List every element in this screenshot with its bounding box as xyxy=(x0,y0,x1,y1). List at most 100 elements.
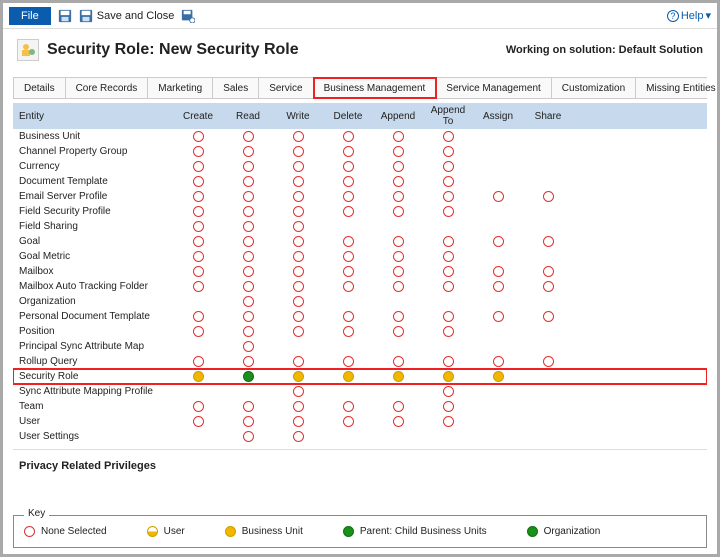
entity-name[interactable]: Team xyxy=(13,399,173,414)
privilege-none-icon[interactable] xyxy=(243,236,254,247)
privilege-cell[interactable] xyxy=(473,189,523,204)
privilege-cell[interactable] xyxy=(473,279,523,294)
privilege-none-icon[interactable] xyxy=(193,356,204,367)
privilege-cell[interactable] xyxy=(173,204,223,219)
privilege-cell[interactable] xyxy=(273,204,323,219)
privilege-none-icon[interactable] xyxy=(393,251,404,262)
privilege-cell[interactable] xyxy=(523,234,573,249)
privilege-cell[interactable] xyxy=(423,144,473,159)
privilege-none-icon[interactable] xyxy=(543,356,554,367)
privilege-pcbu-icon[interactable] xyxy=(343,526,354,537)
privilege-cell[interactable] xyxy=(423,384,473,399)
privilege-cell[interactable] xyxy=(223,429,273,444)
privilege-cell[interactable] xyxy=(223,399,273,414)
privilege-none-icon[interactable] xyxy=(193,311,204,322)
privilege-cell[interactable] xyxy=(173,309,223,324)
help-link[interactable]: ? Help ▾ xyxy=(667,9,711,22)
privilege-cell[interactable] xyxy=(223,309,273,324)
privilege-cell[interactable] xyxy=(173,399,223,414)
privilege-cell[interactable] xyxy=(173,189,223,204)
column-header-entity[interactable]: Entity xyxy=(13,103,173,129)
entity-name[interactable]: Personal Document Template xyxy=(13,309,173,324)
privilege-cell[interactable] xyxy=(223,339,273,354)
privilege-none-icon[interactable] xyxy=(243,296,254,307)
privilege-none-icon[interactable] xyxy=(493,266,504,277)
privilege-cell[interactable] xyxy=(423,414,473,429)
privilege-cell[interactable] xyxy=(273,234,323,249)
privilege-none-icon[interactable] xyxy=(193,326,204,337)
privilege-cell[interactable] xyxy=(173,324,223,339)
privilege-cell[interactable] xyxy=(273,174,323,189)
privilege-none-icon[interactable] xyxy=(293,236,304,247)
privilege-none-icon[interactable] xyxy=(243,431,254,442)
privilege-none-icon[interactable] xyxy=(343,236,354,247)
privilege-cell[interactable] xyxy=(223,219,273,234)
column-header-write[interactable]: Write xyxy=(273,103,323,129)
privilege-none-icon[interactable] xyxy=(443,176,454,187)
privilege-none-icon[interactable] xyxy=(443,266,454,277)
entity-name[interactable]: Document Template xyxy=(13,174,173,189)
privilege-none-icon[interactable] xyxy=(393,161,404,172)
privilege-cell[interactable] xyxy=(423,399,473,414)
privilege-cell[interactable] xyxy=(323,369,373,384)
privilege-none-icon[interactable] xyxy=(343,146,354,157)
privilege-none-icon[interactable] xyxy=(293,431,304,442)
privilege-cell[interactable] xyxy=(223,354,273,369)
entity-name[interactable]: Email Server Profile xyxy=(13,189,173,204)
entity-name[interactable]: Channel Property Group xyxy=(13,144,173,159)
privilege-cell[interactable] xyxy=(273,369,323,384)
privilege-none-icon[interactable] xyxy=(293,161,304,172)
privilege-cell[interactable] xyxy=(373,369,423,384)
privilege-cell[interactable] xyxy=(323,129,373,144)
privilege-none-icon[interactable] xyxy=(293,206,304,217)
privilege-none-icon[interactable] xyxy=(393,311,404,322)
privilege-cell[interactable] xyxy=(323,204,373,219)
privilege-none-icon[interactable] xyxy=(243,326,254,337)
privilege-cell[interactable] xyxy=(273,324,323,339)
column-header-read[interactable]: Read xyxy=(223,103,273,129)
privilege-none-icon[interactable] xyxy=(293,356,304,367)
privilege-cell[interactable] xyxy=(173,144,223,159)
privilege-cell[interactable] xyxy=(223,414,273,429)
privilege-none-icon[interactable] xyxy=(393,281,404,292)
entity-name[interactable]: Goal xyxy=(13,234,173,249)
privilege-none-icon[interactable] xyxy=(443,311,454,322)
privilege-cell[interactable] xyxy=(173,234,223,249)
privilege-cell[interactable] xyxy=(473,264,523,279)
privilege-none-icon[interactable] xyxy=(243,221,254,232)
privilege-cell[interactable] xyxy=(373,189,423,204)
column-header-delete[interactable]: Delete xyxy=(323,103,373,129)
privilege-none-icon[interactable] xyxy=(293,146,304,157)
privilege-none-icon[interactable] xyxy=(293,251,304,262)
privilege-none-icon[interactable] xyxy=(243,311,254,322)
privilege-none-icon[interactable] xyxy=(243,281,254,292)
entity-name[interactable]: Sync Attribute Mapping Profile xyxy=(13,384,173,399)
privilege-cell[interactable] xyxy=(173,264,223,279)
privilege-none-icon[interactable] xyxy=(343,161,354,172)
column-header-create[interactable]: Create xyxy=(173,103,223,129)
tab-marketing[interactable]: Marketing xyxy=(148,78,213,98)
privilege-none-icon[interactable] xyxy=(293,266,304,277)
privilege-cell[interactable] xyxy=(423,189,473,204)
entity-name[interactable]: Security Role xyxy=(13,369,173,384)
privilege-cell[interactable] xyxy=(173,414,223,429)
privilege-bu-icon[interactable] xyxy=(193,371,204,382)
privilege-cell[interactable] xyxy=(223,369,273,384)
privilege-bu-icon[interactable] xyxy=(225,526,236,537)
privilege-cell[interactable] xyxy=(473,234,523,249)
privilege-cell[interactable] xyxy=(323,279,373,294)
privilege-cell[interactable] xyxy=(423,159,473,174)
privilege-cell[interactable] xyxy=(273,309,323,324)
tab-details[interactable]: Details xyxy=(13,78,66,98)
privilege-cell[interactable] xyxy=(273,159,323,174)
privilege-none-icon[interactable] xyxy=(393,191,404,202)
privilege-none-icon[interactable] xyxy=(193,251,204,262)
privilege-cell[interactable] xyxy=(423,369,473,384)
privilege-none-icon[interactable] xyxy=(443,251,454,262)
entity-name[interactable]: Organization xyxy=(13,294,173,309)
privilege-none-icon[interactable] xyxy=(193,236,204,247)
privilege-none-icon[interactable] xyxy=(393,131,404,142)
privilege-cell[interactable] xyxy=(223,204,273,219)
privilege-none-icon[interactable] xyxy=(443,161,454,172)
privilege-cell[interactable] xyxy=(173,249,223,264)
